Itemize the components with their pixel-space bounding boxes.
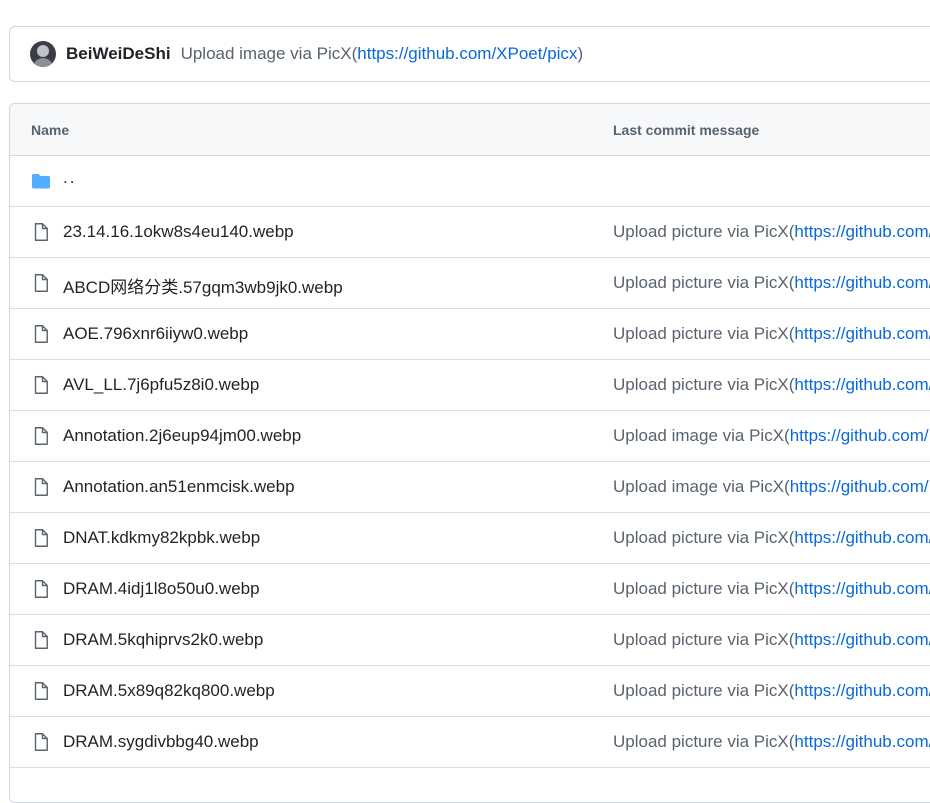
commit-message: Upload picture via PicX(https://github.c… xyxy=(613,375,930,395)
table-row[interactable]: Annotation.2j6eup94jm00.webp Upload image… xyxy=(10,411,930,462)
file-icon xyxy=(31,273,51,293)
commit-message-link[interactable]: https://github.com/ xyxy=(794,681,930,700)
commit-author[interactable]: BeiWeiDeShi xyxy=(66,44,171,64)
commit-message-prefix: Upload picture via PicX( xyxy=(613,324,795,343)
commit-message-link[interactable]: https://github.com/ xyxy=(794,273,930,292)
commit-message-link[interactable]: https://github.com/ xyxy=(790,477,929,496)
parent-directory-link[interactable]: .. xyxy=(63,168,76,188)
commit-message-link[interactable]: https://github.com/ xyxy=(794,375,930,394)
commit-message: Upload image via PicX(https://github.com… xyxy=(613,426,929,446)
commit-message-link[interactable]: https://github.com/ xyxy=(794,630,930,649)
commit-message-prefix: Upload picture via PicX( xyxy=(613,273,795,292)
table-row[interactable]: AOE.796xnr6iiyw0.webp Upload picture via … xyxy=(10,309,930,360)
table-row[interactable]: DRAM.sygdivbbg40.webp Upload picture via … xyxy=(10,717,930,768)
commit-message-prefix: Upload picture via PicX( xyxy=(613,528,795,547)
file-name-link[interactable]: DNAT.kdkmy82kpbk.webp xyxy=(63,528,260,548)
folder-icon xyxy=(32,174,50,189)
file-name-link[interactable]: DRAM.5x89q82kq800.webp xyxy=(63,681,275,701)
table-row[interactable]: AVL_LL.7j6pfu5z8i0.webp Upload picture vi… xyxy=(10,360,930,411)
commit-message: Upload picture via PicX(https://github.c… xyxy=(613,324,930,344)
column-header-name: Name xyxy=(31,122,70,138)
latest-commit-bar: BeiWeiDeShi Upload image via PicX(https:… xyxy=(9,26,930,82)
file-name-link[interactable]: DRAM.5kqhiprvs2k0.webp xyxy=(63,630,263,650)
commit-message: Upload picture via PicX(https://github.c… xyxy=(613,630,930,650)
table-header: Name Last commit message xyxy=(10,104,930,156)
file-icon xyxy=(31,732,51,752)
file-icon xyxy=(31,222,51,242)
table-row[interactable]: DRAM.4idj1l8o50u0.webp Upload picture via… xyxy=(10,564,930,615)
file-name-link[interactable]: Annotation.an51enmcisk.webp xyxy=(63,477,295,497)
commit-message-link[interactable]: https://github.com/ xyxy=(794,528,930,547)
file-icon xyxy=(31,579,51,599)
commit-message: Upload image via PicX(https://github.com… xyxy=(613,477,929,497)
commit-message: Upload image via PicX(https://github.com… xyxy=(181,44,584,64)
commit-message-prefix: Upload picture via PicX( xyxy=(613,579,795,598)
file-icon xyxy=(31,375,51,395)
table-row[interactable]: DRAM.5kqhiprvs2k0.webp Upload picture via… xyxy=(10,615,930,666)
commit-message-link[interactable]: https://github.com/ xyxy=(794,579,930,598)
commit-message-prefix: Upload picture via PicX( xyxy=(613,732,795,751)
commit-message-prefix: Upload picture via PicX( xyxy=(613,222,795,241)
commit-message-prefix: Upload picture via PicX( xyxy=(613,630,795,649)
file-icon xyxy=(31,477,51,497)
file-name-link[interactable]: AOE.796xnr6iiyw0.webp xyxy=(63,324,248,344)
file-icon xyxy=(31,630,51,650)
commit-message-link[interactable]: https://github.com/ xyxy=(794,222,930,241)
file-icon xyxy=(31,426,51,446)
parent-directory-row[interactable]: .. xyxy=(10,156,930,207)
column-header-commit-message: Last commit message xyxy=(613,122,760,138)
commit-message: Upload picture via PicX(https://github.c… xyxy=(613,528,930,548)
commit-message-prefix: Upload image via PicX( xyxy=(613,477,790,496)
commit-message: Upload picture via PicX(https://github.c… xyxy=(613,732,930,752)
file-table: Name Last commit message .. 23.14.16.1ok… xyxy=(9,103,930,803)
file-name-link[interactable]: ABCD网络分类.57gqm3wb9jk0.webp xyxy=(63,273,343,298)
commit-message-suffix: ) xyxy=(577,44,584,63)
commit-message-prefix: Upload picture via PicX( xyxy=(613,375,795,394)
commit-message: Upload picture via PicX(https://github.c… xyxy=(613,222,930,242)
file-icon xyxy=(31,528,51,548)
file-name-link[interactable]: AVL_LL.7j6pfu5z8i0.webp xyxy=(63,375,259,395)
table-row[interactable]: 23.14.16.1okw8s4eu140.webp Upload picture… xyxy=(10,207,930,258)
commit-message-link[interactable]: https://github.com/XPoet/picx xyxy=(357,44,577,63)
avatar[interactable] xyxy=(30,41,56,67)
table-row[interactable]: Annotation.an51enmcisk.webp Upload image … xyxy=(10,462,930,513)
table-row[interactable]: ABCD网络分类.57gqm3wb9jk0.webp Upload picture… xyxy=(10,258,930,309)
file-name-link[interactable]: DRAM.sygdivbbg40.webp xyxy=(63,732,259,752)
file-icon xyxy=(31,681,51,701)
commit-message-prefix: Upload image via PicX( xyxy=(180,44,358,63)
table-row[interactable]: DRAM.5x89q82kq800.webp Upload picture via… xyxy=(10,666,930,717)
commit-message: Upload picture via PicX(https://github.c… xyxy=(613,681,930,701)
commit-message-link[interactable]: https://github.com/ xyxy=(794,732,930,751)
file-name-link[interactable]: Annotation.2j6eup94jm00.webp xyxy=(63,426,301,446)
commit-message-link[interactable]: https://github.com/ xyxy=(794,324,930,343)
commit-message-link[interactable]: https://github.com/ xyxy=(790,426,929,445)
file-name-link[interactable]: 23.14.16.1okw8s4eu140.webp xyxy=(63,222,294,242)
commit-message-prefix: Upload picture via PicX( xyxy=(613,681,795,700)
file-name-link[interactable]: DRAM.4idj1l8o50u0.webp xyxy=(63,579,260,599)
file-icon xyxy=(31,324,51,344)
table-row[interactable]: DNAT.kdkmy82kpbk.webp Upload picture via … xyxy=(10,513,930,564)
commit-message-prefix: Upload image via PicX( xyxy=(613,426,790,445)
commit-message: Upload picture via PicX(https://github.c… xyxy=(613,579,930,599)
commit-message: Upload picture via PicX(https://github.c… xyxy=(613,273,930,293)
